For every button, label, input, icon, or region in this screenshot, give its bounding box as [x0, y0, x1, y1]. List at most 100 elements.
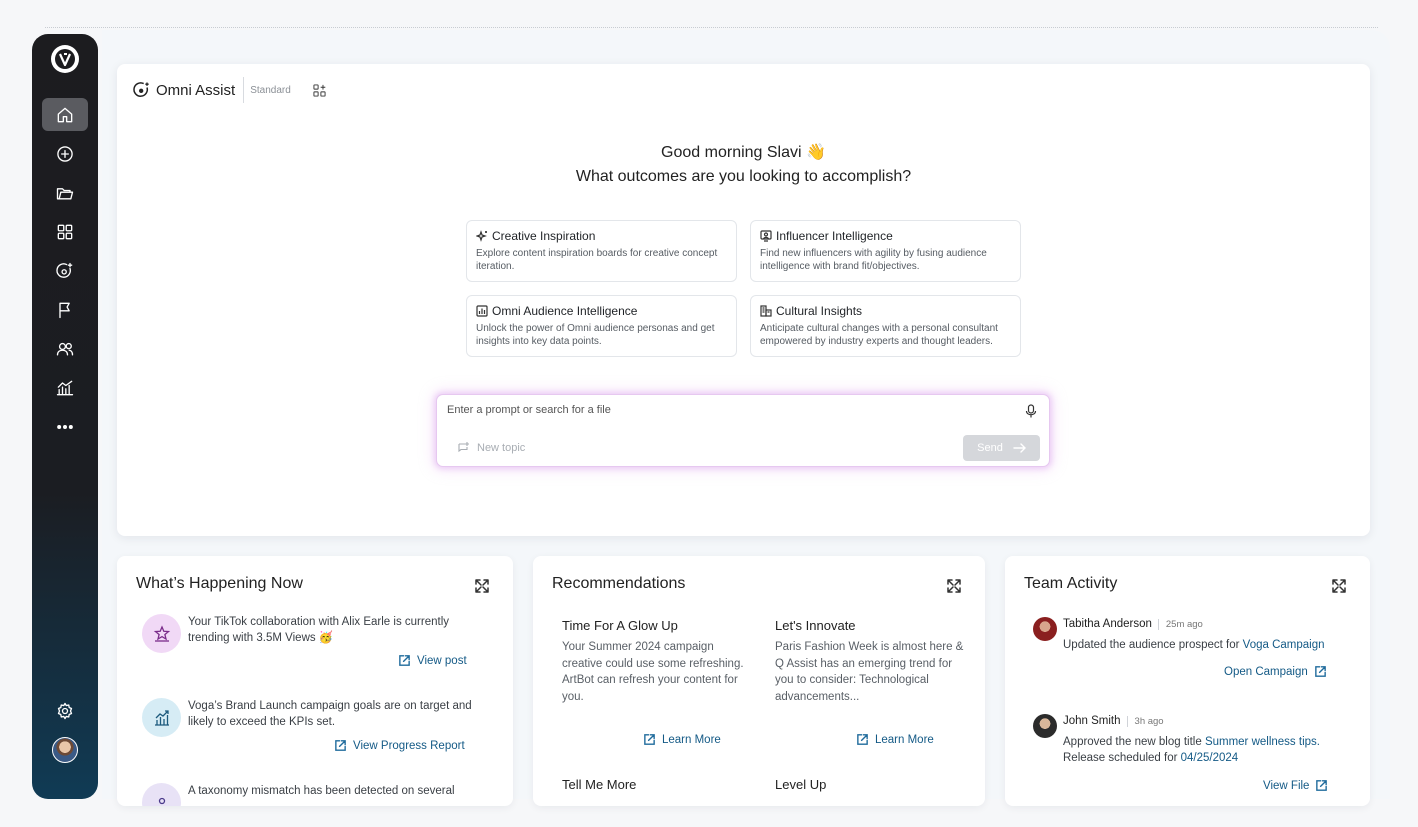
greeting: Good morning Slavi 👋 [661, 144, 826, 161]
option-desc: Unlock the power of Omni audience person… [476, 323, 715, 347]
apps-grid-icon[interactable] [42, 215, 88, 248]
external-link-icon [1314, 666, 1326, 677]
rec-desc: Your Summer 2024 campaign creative could… [562, 641, 744, 703]
assist-logo-icon [133, 82, 149, 97]
avatar [1033, 617, 1057, 641]
item-text: Voga’s Brand Launch campaign goals are o… [188, 700, 472, 728]
campaign-link[interactable]: Voga Campaign [1243, 639, 1325, 651]
link-label: Learn More [662, 733, 721, 746]
sidebar [32, 34, 98, 799]
sparkle-icon [476, 230, 487, 242]
widgets-icon[interactable] [313, 83, 326, 97]
expand-icon[interactable] [1331, 578, 1347, 594]
panel-title: Team Activity [1024, 575, 1118, 592]
add-circle-icon[interactable] [42, 137, 88, 170]
activity-user: John Smith 3h ago [1063, 715, 1164, 727]
activity-desc: Release scheduled for [1063, 752, 1181, 764]
taxonomy-icon [142, 783, 181, 806]
home-icon[interactable] [42, 98, 88, 131]
user-name: Tabitha Anderson [1063, 618, 1152, 630]
list-item: Voga’s Brand Launch campaign goals are o… [142, 698, 482, 778]
external-link-icon [644, 734, 655, 745]
timestamp: 25m ago [1157, 618, 1203, 630]
learn-more-link[interactable]: Learn More [856, 733, 934, 746]
logo-icon[interactable] [51, 45, 79, 73]
avatar [1033, 714, 1057, 738]
new-topic-button[interactable]: New topic [457, 441, 525, 454]
activity-desc: Approved the new blog title [1063, 736, 1205, 748]
option-desc: Find new influencers with agility by fus… [760, 248, 987, 272]
prompt-input[interactable] [447, 404, 1007, 416]
more-icon[interactable] [42, 410, 88, 443]
prompt-box: New topic Send [436, 394, 1050, 467]
buildings-icon [760, 305, 772, 317]
assist-icon[interactable] [42, 254, 88, 287]
assist-header: Omni Assist Standard [132, 77, 326, 103]
chat-add-icon [458, 442, 469, 453]
header-separator [243, 77, 245, 103]
option-omni-audience-intelligence[interactable]: Omni Audience Intelligence Unlock the po… [466, 295, 737, 357]
link-label: Open Campaign [1224, 665, 1308, 678]
whats-happening-panel: What’s Happening Now Your TikTok collabo… [117, 556, 513, 806]
list-item: A taxonomy mismatch has been detected on… [142, 783, 482, 806]
timestamp: 3h ago [1126, 715, 1164, 727]
activity-text: Approved the new blog title Summer welln… [1063, 734, 1363, 766]
rec-title: Tell Me More [562, 777, 637, 792]
activity-user: Tabitha Anderson 25m ago [1063, 618, 1203, 630]
external-link-icon [335, 740, 346, 751]
view-progress-report-link[interactable]: View Progress Report [334, 739, 465, 752]
external-link-icon [399, 655, 410, 666]
item-text: A taxonomy mismatch has been detected on… [188, 785, 455, 797]
folder-icon[interactable] [42, 176, 88, 209]
recommendation-card: Let's Innovate Paris Fashion Week is alm… [775, 618, 965, 705]
user-name: John Smith [1063, 715, 1121, 727]
option-cultural-insights[interactable]: Cultural Insights Anticipate cultural ch… [750, 295, 1021, 357]
link-label: View Progress Report [353, 739, 465, 752]
option-title: Creative Inspiration [492, 229, 596, 243]
expand-icon[interactable] [946, 578, 962, 594]
activity-desc: Updated the audience prospect for [1063, 639, 1243, 651]
link-label: View post [417, 654, 467, 667]
option-desc: Explore content inspiration boards for c… [476, 248, 718, 272]
option-title: Cultural Insights [776, 304, 863, 318]
chart-icon [476, 305, 488, 317]
recommendation-card: Tell Me More [562, 777, 752, 792]
send-button[interactable]: Send [963, 435, 1040, 461]
omni-assist-card: Omni Assist Standard Good morning Slavi … [117, 64, 1370, 536]
expand-icon[interactable] [474, 578, 490, 594]
panel-title: What’s Happening Now [136, 575, 303, 592]
rec-title: Time For A Glow Up [562, 618, 678, 633]
external-link-icon [857, 734, 868, 745]
rec-title: Level Up [775, 777, 827, 792]
avatar[interactable] [52, 737, 78, 763]
assist-brand: Omni Assist [156, 81, 236, 99]
microphone-icon[interactable] [1025, 404, 1037, 418]
option-title: Influencer Intelligence [776, 229, 893, 243]
users-icon[interactable] [42, 332, 88, 365]
top-divider [45, 27, 1378, 28]
link-label: Learn More [875, 733, 934, 746]
team-activity-panel: Team Activity Tabitha Anderson 25m ago U… [1005, 556, 1370, 806]
panel-title: Recommendations [552, 575, 686, 592]
influencer-icon [760, 230, 772, 242]
recommendations-panel: Recommendations Time For A Glow Up Your … [533, 556, 985, 806]
option-desc: Anticipate cultural changes with a perso… [760, 323, 998, 347]
gear-icon[interactable] [42, 694, 88, 727]
release-date: 04/25/2024 [1180, 752, 1239, 764]
rec-title: Let's Innovate [775, 618, 856, 633]
rec-desc: Paris Fashion Week is almost here & Q As… [775, 641, 964, 703]
analytics-icon[interactable] [42, 371, 88, 404]
learn-more-link[interactable]: Learn More [643, 733, 721, 746]
flag-icon[interactable] [42, 293, 88, 326]
option-creative-inspiration[interactable]: Creative Inspiration Explore content ins… [466, 220, 737, 282]
external-link-icon [1316, 780, 1328, 791]
view-file-link[interactable]: View File [1263, 779, 1328, 792]
option-title: Omni Audience Intelligence [492, 304, 638, 318]
option-influencer-intelligence[interactable]: Influencer Intelligence Find new influen… [750, 220, 1021, 282]
blog-title-link[interactable]: Summer wellness tips. [1205, 736, 1320, 748]
view-post-link[interactable]: View post [398, 654, 467, 667]
open-campaign-link[interactable]: Open Campaign [1224, 665, 1327, 678]
activity-text: Updated the audience prospect for Voga C… [1063, 637, 1363, 653]
recommendation-card: Level Up [775, 777, 965, 792]
stars-icon [142, 614, 181, 653]
